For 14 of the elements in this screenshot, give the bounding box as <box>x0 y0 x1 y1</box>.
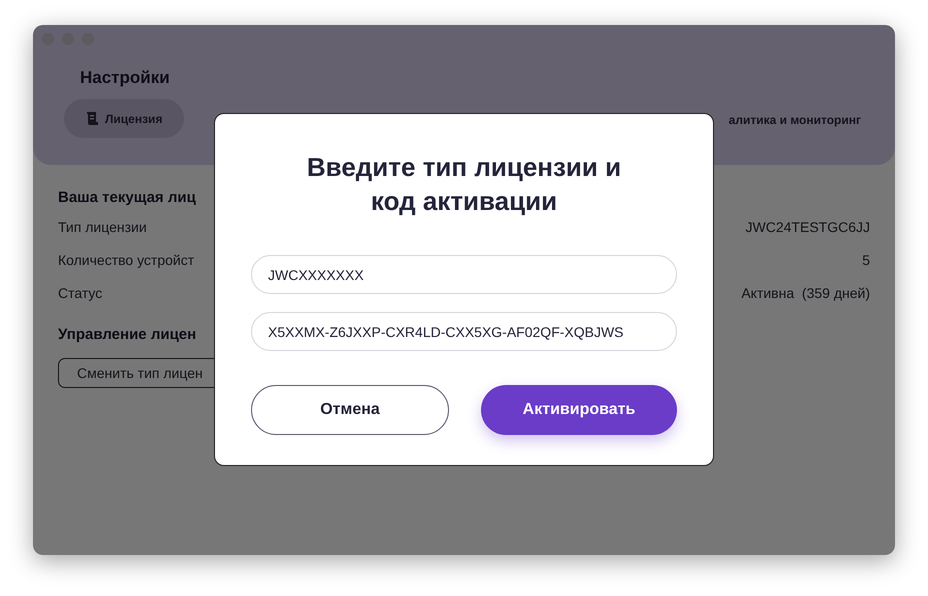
row-label: Статус <box>58 285 102 301</box>
section-heading: Ваша текущая лиц <box>58 189 196 206</box>
row-value: JWC24TESTGC6JJ <box>746 219 870 235</box>
row-label: Количество устройст <box>58 252 194 268</box>
license-type-field[interactable]: JWCXXXXXXX <box>251 255 677 294</box>
row-label: Тип лицензии <box>58 219 147 235</box>
dialog-title: Введите тип лицензии и код активации <box>306 151 622 218</box>
row-value: Активна (359 дней) <box>741 285 870 301</box>
window-title: Настройки <box>80 68 171 88</box>
row-value: 5 <box>862 252 870 268</box>
activation-code-field[interactable]: X5XXMX-Z6JXXP-CXR4LD-CXX5XG-AF02QF-XQBJWS <box>251 312 677 351</box>
section-heading: Управление лицен <box>58 326 196 343</box>
activate-button[interactable]: Активировать <box>481 385 677 435</box>
cancel-button[interactable]: Отмена <box>251 385 449 435</box>
